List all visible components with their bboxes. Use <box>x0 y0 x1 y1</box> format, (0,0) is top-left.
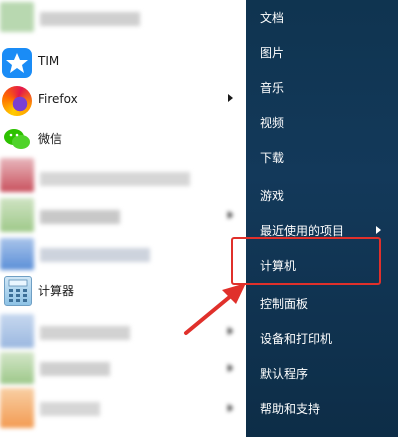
program-label: TIM <box>38 54 60 68</box>
wechat-icon <box>2 124 32 154</box>
blurred-program-entry[interactable] <box>0 238 246 272</box>
blurred-program-entry[interactable] <box>0 0 246 36</box>
submenu-arrow-icon <box>376 226 381 234</box>
submenu-arrow-icon <box>228 94 233 102</box>
program-label: 计算器 <box>38 284 75 298</box>
program-label: 微信 <box>38 132 63 146</box>
link-help-support[interactable]: 帮助和支持 <box>260 400 320 417</box>
blurred-program-entry[interactable] <box>0 388 246 432</box>
link-pictures[interactable]: 图片 <box>260 44 284 61</box>
link-videos[interactable]: 视频 <box>260 114 284 131</box>
program-item-firefox[interactable]: Firefox <box>0 82 246 120</box>
firefox-icon <box>2 86 32 116</box>
program-list: TIM Firefox 微信 计算器 <box>0 0 246 437</box>
blurred-program-entry[interactable] <box>0 198 246 234</box>
program-item-wechat[interactable]: 微信 <box>0 120 246 158</box>
link-documents[interactable]: 文档 <box>260 9 284 26</box>
blurred-program-entry[interactable] <box>0 314 246 350</box>
link-downloads[interactable]: 下载 <box>260 149 284 166</box>
link-music[interactable]: 音乐 <box>260 79 284 96</box>
program-item-tim[interactable]: TIM <box>0 44 246 82</box>
highlight-box <box>231 237 381 285</box>
link-default-programs[interactable]: 默认程序 <box>260 365 308 382</box>
blurred-program-entry[interactable] <box>0 352 246 386</box>
program-label: Firefox <box>38 92 78 106</box>
link-games[interactable]: 游戏 <box>260 187 284 204</box>
link-devices-printers[interactable]: 设备和打印机 <box>260 330 332 347</box>
tim-icon <box>2 48 32 78</box>
blurred-program-entry[interactable] <box>0 158 246 194</box>
program-item-calculator[interactable]: 计算器 <box>0 272 246 310</box>
system-links-pane: 文档 图片 音乐 视频 下载 游戏 最近使用的项目 计算机 控制面板 设备和打印… <box>246 0 398 437</box>
calculator-icon <box>4 276 32 306</box>
link-control-panel[interactable]: 控制面板 <box>260 295 308 312</box>
